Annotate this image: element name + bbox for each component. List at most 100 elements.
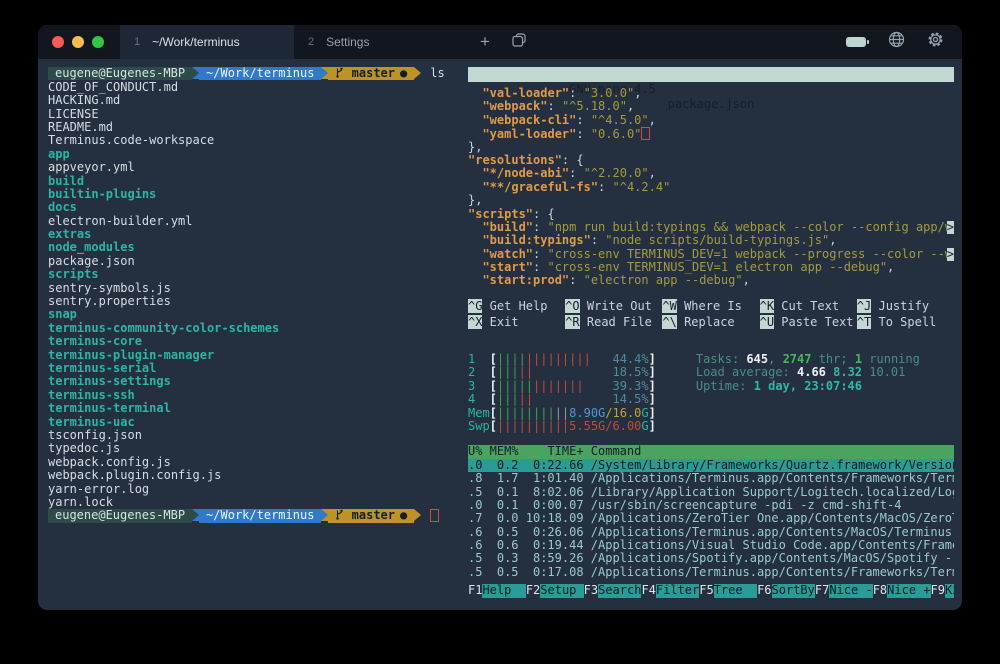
- file-entry: build: [48, 175, 456, 188]
- terminal-pane-shell[interactable]: eugene@Eugenes-MBP ~/Work/terminus master…: [48, 67, 456, 598]
- file-entry: electron-builder.yml: [48, 215, 456, 228]
- shell-prompt-line: eugene@Eugenes-MBP ~/Work/terminus master…: [48, 509, 456, 522]
- file-entry: sentry-symbols.js: [48, 282, 456, 295]
- tab-number: 1: [134, 36, 140, 48]
- htop-stats: Tasks: 645, 2747 thr; 1 runningLoad aver…: [696, 353, 920, 433]
- powerline-arrow: [321, 509, 328, 521]
- nano-line: "yaml-loader": "0.6.0": [468, 127, 954, 140]
- nano-line: "webpack-cli": "^4.5.0",: [468, 114, 954, 127]
- titlebar-status-icons: [846, 25, 962, 59]
- file-entry: terminus-terminal: [48, 402, 456, 415]
- htop-fkey-f3: F3Search: [584, 584, 642, 598]
- duplicate-tab-button[interactable]: [502, 25, 536, 59]
- file-entry: scripts: [48, 268, 456, 281]
- minimize-window-button[interactable]: [72, 36, 84, 48]
- nano-line: "*/node-abi": "^2.20.0",: [468, 167, 954, 180]
- duplicate-icon: [511, 32, 527, 53]
- process-row: .60.60:19.44/Applications/Visual Studio …: [468, 539, 954, 552]
- nano-shortcut: ^J Justify: [857, 300, 954, 313]
- htop-fkey-f5: F5Tree: [699, 584, 757, 598]
- nano-line: "**/graceful-fs": "^4.2.4": [468, 181, 954, 194]
- nano-editor-body: "val-loader": "3.0.0", "webpack": "^5.18…: [468, 87, 954, 288]
- git-branch-icon: [335, 509, 344, 522]
- new-tab-button[interactable]: +: [468, 25, 502, 59]
- nano-line: "val-loader": "3.0.0",: [468, 87, 954, 100]
- htop-meters-area: 1[|||||||||||||44.4%]2[|||||18.5%]3[||||…: [468, 353, 954, 433]
- file-entry: app: [48, 148, 456, 161]
- nano-shortcut: ^T To Spell: [857, 316, 954, 329]
- shell-cursor: [430, 509, 439, 522]
- process-row: .50.38:59.26/Applications/Spotify.app/Co…: [468, 552, 954, 565]
- process-row: .81.71:01.40/Applications/Terminus.app/C…: [468, 472, 954, 485]
- file-entry: tsconfig.json: [48, 429, 456, 442]
- file-entry: terminus-uac: [48, 416, 456, 429]
- tab-work-terminus[interactable]: 1 ~/Work/terminus: [120, 25, 294, 59]
- shell-command: ls: [421, 67, 444, 80]
- nano-line: "start:prod": "electron app --debug",: [468, 274, 954, 287]
- file-entry: terminus-plugin-manager: [48, 349, 456, 362]
- powerline-arrow: [192, 509, 199, 521]
- nano-title-bar: GNU nano 4.5 package.json: [468, 67, 954, 82]
- file-entry: sentry.properties: [48, 295, 456, 308]
- file-entry: yarn.lock: [48, 496, 456, 509]
- nano-shortcut: ^X Exit: [468, 316, 565, 329]
- htop-stat-line: Uptime: 1 day, 23:07:46: [696, 380, 920, 393]
- nano-line: "resolutions": {: [468, 154, 954, 167]
- process-row: .70.010:18.09/Applications/ZeroTier One.…: [468, 512, 954, 525]
- powerline-arrow: [414, 67, 421, 79]
- tab-settings[interactable]: 2 Settings: [294, 25, 468, 59]
- prompt-git-segment: master●: [328, 509, 414, 522]
- file-entry: typedoc.js: [48, 442, 456, 455]
- htop-fkey-f6: F6SortBy: [757, 584, 815, 598]
- gear-icon[interactable]: [927, 31, 944, 53]
- nano-shortcut-bar: ^G Get Help^O Write Out^W Where Is^K Cut…: [468, 300, 954, 329]
- file-entry: docs: [48, 201, 456, 214]
- app-window: 1 ~/Work/terminus 2 Settings +: [38, 25, 962, 610]
- process-row: .00.10:00.07/usr/sbin/screencapture -pdi…: [468, 499, 954, 512]
- shell-prompt-line: eugene@Eugenes-MBP~/Work/terminus master…: [48, 67, 456, 80]
- column-time: TIME+: [519, 445, 584, 458]
- right-column: GNU nano 4.5 package.json "val-loader": …: [468, 67, 954, 598]
- htop-cpu-memory-meters: 1[|||||||||||||44.4%]2[|||||18.5%]3[||||…: [468, 353, 656, 433]
- zoom-window-button[interactable]: [92, 36, 104, 48]
- prompt-user-segment: eugene@Eugenes-MBP: [48, 509, 192, 522]
- terminal-pane-nano[interactable]: GNU nano 4.5 package.json "val-loader": …: [468, 67, 954, 329]
- htop-meter-3: 3[||||||||||||39.3%]: [468, 380, 656, 393]
- nano-line: "build:typings": "node scripts/build-typ…: [468, 234, 954, 247]
- nano-line: "scripts": {: [468, 208, 954, 221]
- process-row: .50.18:02.06/Library/Application Support…: [468, 486, 954, 499]
- htop-meter-4: 4[|||||14.5%]: [468, 393, 656, 406]
- htop-meter-mem: Mem[||||||||||8.90G/16.0G]: [468, 407, 656, 420]
- file-entry: appveyor.yml: [48, 161, 456, 174]
- htop-process-table: U% MEM% TIME+ Command .00.20:22.66/Syste…: [468, 445, 954, 579]
- htop-fkey-f8: F8Nice +: [873, 584, 931, 598]
- nano-cursor: [641, 127, 650, 140]
- process-row: .00.20:22.66/System/Library/Frameworks/Q…: [468, 459, 954, 472]
- file-entry: extras: [48, 228, 456, 241]
- terminal-pane-htop[interactable]: 1[|||||||||||||44.4%]2[|||||18.5%]3[||||…: [468, 353, 954, 598]
- htop-fkey-f7: F7Nice -: [815, 584, 873, 598]
- htop-stat-line: Load average: 4.66 8.32 10.01: [696, 366, 920, 379]
- close-window-button[interactable]: [52, 36, 64, 48]
- file-entry: HACKING.md: [48, 94, 456, 107]
- tab-bar: 1 ~/Work/terminus 2 Settings +: [38, 25, 962, 59]
- nano-shortcut: ^\ Replace: [662, 316, 759, 329]
- battery-icon: [846, 37, 866, 47]
- htop-fkey-f2: F2Setup: [526, 584, 584, 598]
- line-continuation-marker: >: [947, 248, 954, 261]
- line-continuation-marker: >: [947, 221, 954, 234]
- tab-title: Settings: [326, 35, 369, 49]
- prompt-git-segment: master●: [328, 67, 414, 80]
- htop-meter-swp: Swp[||||||||||5.55G/6.00G]: [468, 420, 656, 433]
- htop-stat-line: Tasks: 645, 2747 thr; 1 running: [696, 353, 920, 366]
- file-entry: LICENSE: [48, 108, 456, 121]
- htop-function-key-bar: F1Help F2Setup F3SearchF4FilterF5Tree F6…: [468, 584, 954, 598]
- process-row: .50.50:17.08/Applications/Terminus.app/C…: [468, 566, 954, 579]
- terminal-split-area: eugene@Eugenes-MBP ~/Work/terminus master…: [38, 59, 962, 610]
- file-entry: CODE_OF_CONDUCT.md: [48, 81, 456, 94]
- powerline-arrow: [414, 509, 421, 521]
- nano-line: "build": "npm run build:typings && webpa…: [468, 221, 954, 234]
- file-entry: Terminus.code-workspace: [48, 134, 456, 147]
- prompt-path-segment: ~/Work/terminus: [199, 509, 321, 522]
- globe-icon[interactable]: [888, 31, 905, 53]
